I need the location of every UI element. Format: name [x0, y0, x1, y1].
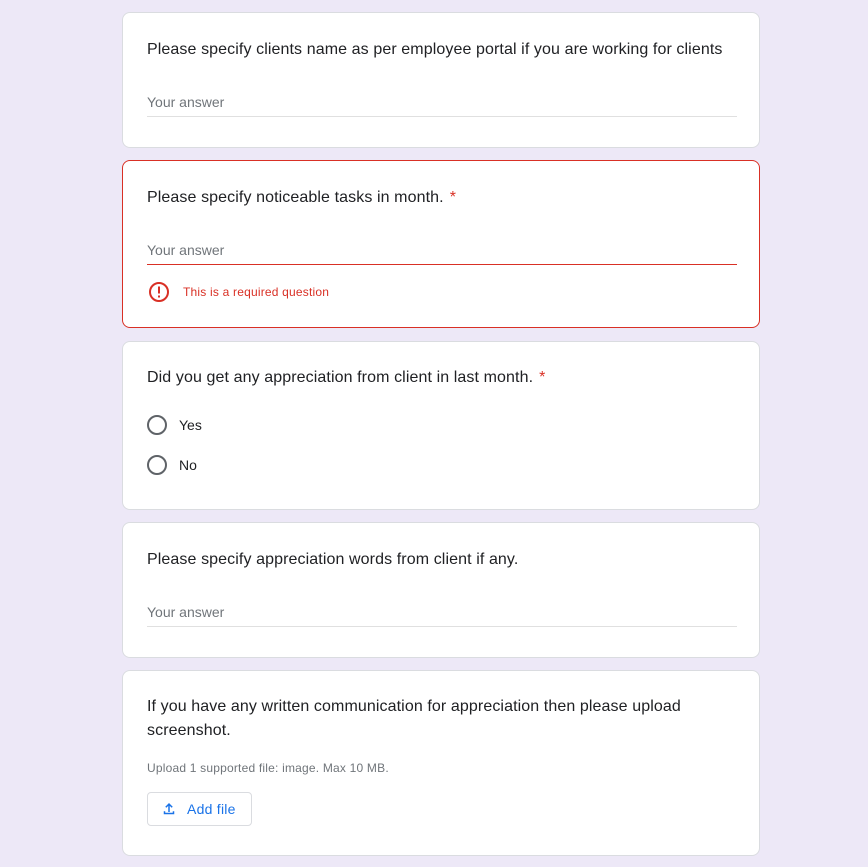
error-text: This is a required question [183, 285, 330, 299]
question-title: If you have any written communication fo… [147, 695, 735, 743]
question-title: Did you get any appreciation from client… [147, 366, 735, 390]
question-title-text: Did you get any appreciation from client… [147, 369, 534, 386]
question-title-text: Please specify appreciation words from c… [147, 551, 519, 568]
add-file-label: Add file [187, 801, 236, 817]
question-card-clients-name: Please specify clients name as per emplo… [122, 12, 760, 148]
required-asterisk: * [449, 189, 457, 206]
question-card-noticeable-tasks: Please specify noticeable tasks in month… [122, 160, 760, 328]
upload-icon [163, 803, 175, 815]
question-title: Please specify noticeable tasks in month… [147, 186, 735, 210]
radio-button[interactable] [147, 455, 167, 475]
radio-label: No [179, 457, 197, 473]
answer-field[interactable] [147, 234, 737, 265]
question-card-appreciation: Did you get any appreciation from client… [122, 341, 760, 510]
question-title-text: If you have any written communication fo… [147, 698, 681, 739]
answer-input[interactable] [147, 94, 737, 110]
radio-option-yes[interactable]: Yes [147, 415, 202, 435]
question-card-appreciation-words: Please specify appreciation words from c… [122, 522, 760, 658]
answer-input[interactable] [147, 242, 737, 258]
radio-option-no[interactable]: No [147, 455, 197, 475]
question-card-upload-screenshot: If you have any written communication fo… [122, 670, 760, 856]
radio-button[interactable] [147, 415, 167, 435]
answer-input[interactable] [147, 604, 737, 620]
answer-field[interactable] [147, 86, 737, 117]
radio-label: Yes [179, 417, 202, 433]
required-asterisk: * [539, 369, 546, 386]
answer-field[interactable] [147, 596, 737, 627]
error-message: This is a required question [147, 280, 329, 304]
question-title: Please specify appreciation words from c… [147, 548, 735, 572]
question-title: Please specify clients name as per emplo… [147, 38, 735, 62]
question-title-text: Please specify noticeable tasks in month… [147, 189, 444, 206]
add-file-button[interactable]: Add file [147, 792, 252, 826]
upload-hint: Upload 1 supported file: image. Max 10 M… [147, 761, 389, 775]
error-circle-icon [149, 282, 169, 302]
question-title-text: Please specify clients name as per emplo… [147, 41, 723, 58]
